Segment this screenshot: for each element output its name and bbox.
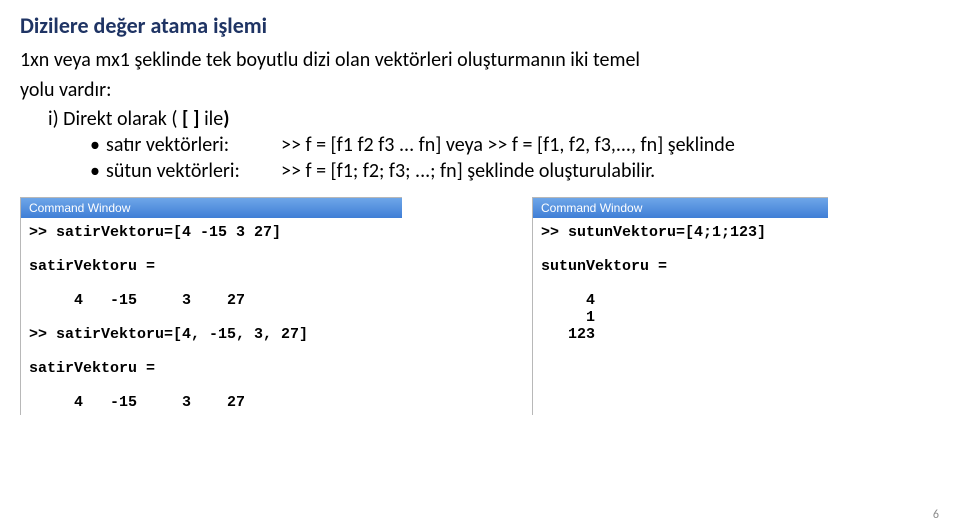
bullet-dot: •	[90, 133, 106, 157]
command-window-body: >> sutunVektoru=[4;1;123] sutunVektoru =…	[533, 218, 828, 347]
bullet-dot: •	[90, 159, 106, 183]
bullet-list: • satır vektörleri: >> f = [f1 f2 f3 ...…	[90, 133, 939, 183]
page-title: Dizilere değer atama işlemi	[20, 12, 939, 39]
command-window-1: Command Window >> satirVektoru=[4 -15 3 …	[20, 197, 402, 415]
intro-line-2: yolu vardır:	[20, 77, 939, 103]
windows-container: Command Window >> satirVektoru=[4 -15 3 …	[20, 197, 939, 415]
paren-close: )	[223, 107, 229, 131]
command-window-2: Command Window >> sutunVektoru=[4;1;123]…	[532, 197, 828, 415]
bullet-row-vector: • satır vektörleri: >> f = [f1 f2 f3 ...…	[90, 133, 939, 157]
sub-after-brackets: ile	[200, 107, 224, 131]
command-window-title: Command Window	[533, 198, 828, 218]
page-number: 6	[933, 508, 939, 522]
bullet-column-vector: • sütun vektörleri: >> f = [f1; f2; f3; …	[90, 159, 939, 183]
bullet-label: sütun vektörleri:	[106, 159, 281, 183]
command-window-body: >> satirVektoru=[4 -15 3 27] satirVektor…	[21, 218, 402, 415]
sub-item-i: i) Direkt olarak ( [ ] ile)	[48, 107, 939, 131]
bracket-open: [	[182, 107, 189, 131]
command-window-title: Command Window	[21, 198, 402, 218]
sub-prefix: i) Direkt olarak (	[48, 107, 182, 131]
bullet-code: >> f = [f1 f2 f3 ... fn] veya >> f = [f1…	[281, 133, 939, 157]
bullet-label: satır vektörleri:	[106, 133, 281, 157]
bullet-code: >> f = [f1; f2; f3; ...; fn] şeklinde ol…	[281, 159, 939, 183]
intro-line-1: 1xn veya mx1 şeklinde tek boyutlu dizi o…	[20, 47, 939, 73]
